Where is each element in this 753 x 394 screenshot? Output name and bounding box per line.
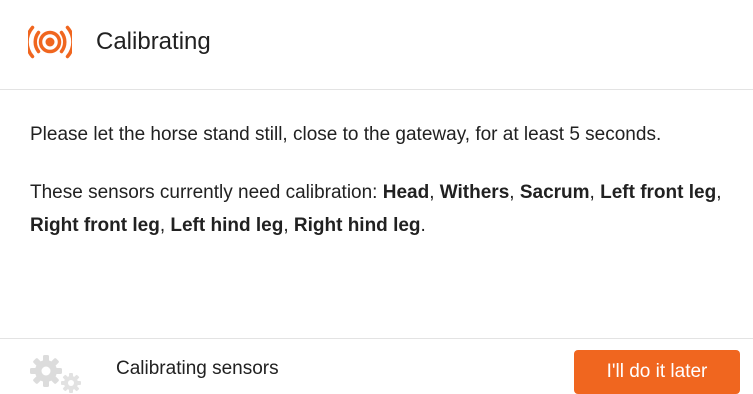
sensor-name: Sacrum (519, 182, 590, 203)
sensor-name: Right front leg (30, 215, 160, 236)
sensor-name: Left hind leg (170, 215, 284, 236)
sensors-text: These sensors currently need calibration… (30, 182, 722, 236)
calibration-status-text: Calibrating sensors (116, 358, 279, 379)
sensor-name: Head (382, 182, 430, 203)
dialog-footer: Calibrating sensors I'll do it later (0, 338, 753, 394)
dialog-title: Calibrating (96, 28, 211, 55)
broadcast-signal-icon (28, 25, 72, 59)
do-it-later-button[interactable]: I'll do it later (574, 350, 740, 394)
sensors-end: . (420, 215, 426, 236)
sensor-name: Withers (439, 182, 510, 203)
calibration-dialog: Calibrating Please let the horse stand s… (0, 0, 753, 394)
sensors-intro: These sensors currently need calibration… (30, 182, 383, 203)
dialog-header: Calibrating (0, 0, 753, 90)
gears-icon (30, 355, 81, 393)
dialog-body: Please let the horse stand still, close … (30, 118, 742, 242)
sensor-name: Right hind leg (293, 215, 421, 236)
sensor-name: Left front leg (600, 182, 717, 203)
instruction-text: Please let the horse stand still, close … (30, 124, 662, 145)
